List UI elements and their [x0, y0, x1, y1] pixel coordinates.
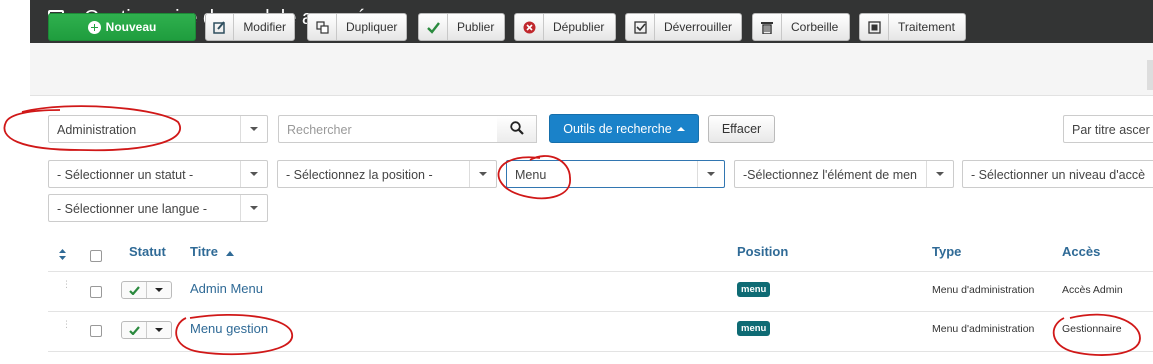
module-type: Menu d'administration [932, 323, 1035, 335]
client-select-value: Administration [57, 123, 137, 137]
column-title[interactable]: Titre [190, 244, 234, 260]
status-dropdown-icon[interactable] [147, 322, 171, 338]
status-dropdown-icon[interactable] [147, 282, 171, 298]
unpublish-button-label: Dépublier [553, 20, 605, 34]
status-select[interactable]: - Sélectionner un statut - [48, 160, 268, 188]
batch-button-label: Traitement [898, 20, 955, 34]
search-tools-label: Outils de recherche [563, 121, 672, 136]
row-checkbox[interactable] [90, 286, 102, 298]
unlock-button-label: Déverrouiller [664, 20, 733, 34]
position-badge: menu [737, 321, 771, 336]
publish-button[interactable]: Publier [418, 13, 505, 41]
divider [48, 271, 1153, 272]
position-select[interactable]: - Sélectionnez la position - [277, 160, 497, 188]
sort-asc-icon [225, 245, 234, 260]
published-check-icon[interactable] [122, 322, 147, 338]
module-title-link[interactable]: Menu gestion [190, 321, 268, 336]
module-type: Menu d'administration [932, 284, 1035, 296]
batch-icon [860, 14, 889, 40]
published-check-icon[interactable] [122, 282, 147, 298]
checkin-icon [626, 14, 655, 40]
module-type-select[interactable]: Menu [506, 160, 725, 188]
toolbar [30, 43, 1153, 96]
batch-button[interactable]: Traitement [859, 13, 966, 41]
check-icon [419, 14, 448, 40]
position-select-value: - Sélectionnez la position - [286, 168, 433, 182]
caret-up-icon [676, 126, 685, 131]
access-select-value: - Sélectionner un niveau d'accè [971, 168, 1146, 182]
edit-button-label: Modifier [243, 20, 286, 34]
new-button[interactable]: Nouveau [48, 13, 196, 41]
ordering-select-value: Par titre ascer [1072, 123, 1150, 137]
trash-button[interactable]: Corbeille [752, 13, 850, 41]
clear-button[interactable]: Effacer [708, 115, 775, 143]
status-select-value: - Sélectionner un statut - [57, 168, 194, 182]
column-type[interactable]: Type [932, 244, 961, 259]
edit-icon [206, 14, 235, 40]
unpublish-button[interactable]: Dépublier [514, 13, 616, 41]
select-all-checkbox[interactable] [90, 250, 102, 262]
search-input[interactable]: Rechercher [278, 115, 498, 143]
menu-item-select[interactable]: -Sélectionnez l'élément de men [734, 160, 954, 188]
trash-button-label: Corbeille [791, 20, 839, 34]
chevron-down-icon [926, 161, 953, 187]
chevron-down-icon [240, 161, 267, 187]
status-toggle[interactable] [121, 281, 172, 299]
ordering-select[interactable]: Par titre ascer [1063, 115, 1153, 143]
status-toggle[interactable] [121, 321, 172, 339]
search-icon [509, 120, 524, 138]
chevron-down-icon [240, 116, 267, 142]
publish-button-label: Publier [457, 20, 495, 34]
row-checkbox[interactable] [90, 325, 102, 337]
unpublish-icon [515, 14, 544, 40]
access-level: Gestionnaire [1062, 323, 1122, 335]
module-type-select-value: Menu [515, 168, 547, 182]
column-status[interactable]: Statut [129, 244, 166, 259]
column-access[interactable]: Accès [1062, 244, 1100, 259]
search-tools-button[interactable]: Outils de recherche [549, 114, 699, 143]
access-level: Accès Admin [1062, 284, 1123, 296]
language-select[interactable]: - Sélectionner une langue - [48, 194, 268, 222]
chevron-down-icon [697, 161, 724, 187]
search-button[interactable] [497, 115, 537, 143]
plus-circle-icon [87, 20, 101, 34]
duplicate-button-label: Dupliquer [346, 20, 398, 34]
unlock-button[interactable]: Déverrouiller [625, 13, 742, 41]
divider [48, 311, 1153, 312]
position-badge: menu [737, 282, 771, 297]
copy-icon [308, 14, 337, 40]
client-select[interactable]: Administration [48, 115, 268, 143]
trash-icon [753, 14, 782, 40]
sort-order-icon[interactable] [58, 248, 67, 263]
language-select-value: - Sélectionner une langue - [57, 202, 208, 216]
search-placeholder: Rechercher [287, 123, 352, 137]
column-title-label: Titre [190, 244, 218, 259]
module-title-link[interactable]: Admin Menu [190, 281, 263, 296]
scrollbar[interactable] [1147, 60, 1153, 90]
edit-button[interactable]: Modifier [205, 13, 295, 41]
divider [48, 351, 1153, 352]
chevron-down-icon [469, 161, 496, 187]
menu-item-select-value: -Sélectionnez l'élément de men [743, 168, 918, 182]
column-position[interactable]: Position [737, 244, 788, 259]
clear-button-label: Effacer [721, 122, 762, 136]
chevron-down-icon [240, 195, 267, 221]
drag-handle-icon[interactable]: ⋮ [62, 320, 71, 334]
drag-handle-icon[interactable]: ⋮ [62, 280, 71, 294]
duplicate-button[interactable]: Dupliquer [307, 13, 407, 41]
new-button-label: Nouveau [105, 20, 157, 34]
access-select[interactable]: - Sélectionner un niveau d'accè [962, 160, 1153, 188]
